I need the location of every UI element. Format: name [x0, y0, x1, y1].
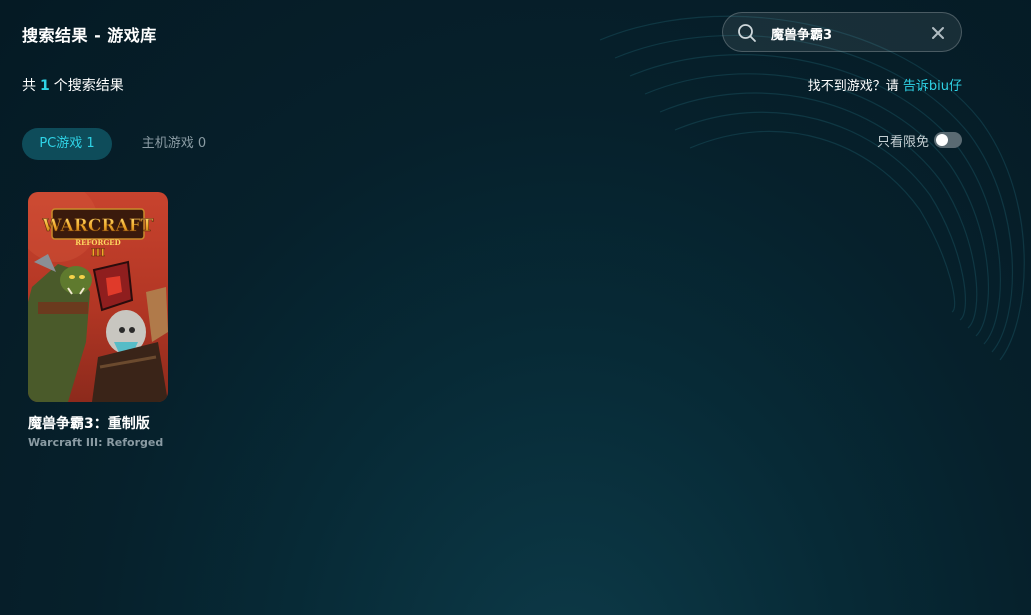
result-count-suffix: 个搜索结果: [53, 78, 124, 94]
feedback-link[interactable]: 告诉biu仔: [903, 79, 962, 94]
result-count-number: 1: [40, 78, 50, 94]
cover-logo-text: WARCRAFT: [42, 216, 154, 236]
tab-console-games[interactable]: 主机游戏 0: [124, 128, 224, 160]
free-only-label: 只看限免: [876, 134, 929, 150]
game-card[interactable]: WARCRAFT REFORGED III 魔兽争霸3：重制版 Warcraft…: [28, 192, 173, 449]
result-count-prefix: 共: [22, 78, 36, 94]
close-icon[interactable]: [929, 24, 947, 42]
free-only-filter: 只看限免: [877, 130, 962, 150]
game-cover-image[interactable]: WARCRAFT REFORGED III: [28, 192, 168, 402]
search-icon[interactable]: [737, 23, 757, 43]
cover-logo-subtext: REFORGED: [75, 238, 120, 247]
feedback-text: 找不到游戏？请: [807, 79, 903, 94]
page-title: 搜索结果 - 游戏库: [22, 26, 157, 45]
search-input[interactable]: [771, 21, 921, 45]
game-title[interactable]: 魔兽争霸3：重制版: [28, 413, 173, 433]
free-only-toggle[interactable]: [934, 132, 962, 148]
toggle-knob: [936, 134, 948, 146]
result-count: 共 1 个搜索结果: [22, 75, 124, 95]
tab-pc-games[interactable]: PC游戏 1: [22, 128, 112, 160]
search-box[interactable]: [722, 12, 962, 52]
game-subtitle: Warcraft III: Reforged: [28, 436, 164, 449]
feedback-prompt: 找不到游戏？请 告诉biu仔: [808, 75, 962, 94]
cover-numeral: III: [91, 248, 105, 259]
